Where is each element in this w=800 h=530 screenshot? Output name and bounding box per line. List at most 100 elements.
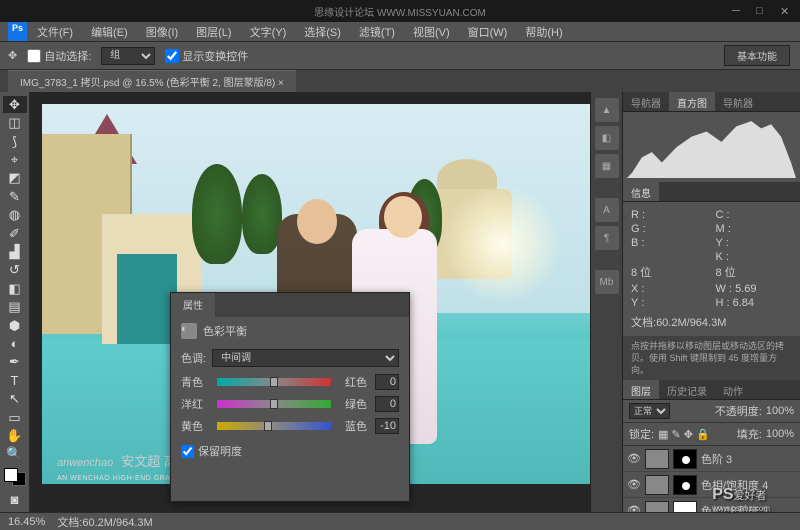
tab-info[interactable]: 信息 — [623, 182, 659, 201]
info-panel: R :G :B : C :M :Y :K : 8 位8 位 X :Y : W :… — [623, 202, 800, 336]
menu-help[interactable]: 帮助(H) — [517, 22, 570, 41]
lasso-tool[interactable]: ⟆ — [3, 133, 27, 150]
slider-1[interactable] — [217, 397, 331, 411]
dock-char-icon[interactable]: A — [595, 198, 619, 222]
menu-filter[interactable]: 滤镜(T) — [351, 22, 403, 41]
color-swatches[interactable] — [4, 468, 26, 485]
healing-tool[interactable]: ◍ — [3, 206, 27, 223]
zoom-tool[interactable]: 🔍 — [3, 446, 27, 463]
tab-layers[interactable]: 图层 — [623, 380, 659, 399]
type-tool[interactable]: T — [3, 372, 27, 389]
canvas-area[interactable]: anwenchao安文超 高端修图 AN WENCHAO HIGH-END GR… — [30, 92, 590, 512]
nav-panel-tabs: 导航器 直方图 导航器 — [623, 92, 800, 112]
minimize-icon[interactable]: ─ — [732, 5, 744, 17]
slider-value-2[interactable]: -10 — [375, 418, 399, 434]
layer-name[interactable]: 色阶 3 — [701, 451, 796, 467]
dock-color-icon[interactable]: ◧ — [595, 126, 619, 150]
layer-mask-thumbnail[interactable] — [673, 501, 697, 513]
move-tool[interactable]: ✥ — [3, 96, 27, 113]
hand-tool[interactable]: ✋ — [3, 427, 27, 444]
color-balance-icon: ◐ — [181, 323, 197, 339]
marquee-tool[interactable]: ◫ — [3, 114, 27, 131]
menu-image[interactable]: 图像(I) — [138, 22, 186, 41]
toolbox: ✥ ◫ ⟆ ⌖ ◩ ✎ ◍ ✐ ▟ ↺ ◧ ▤ ⬢ ◐ ✒ T ↖ ▭ ✋ 🔍 … — [0, 92, 30, 512]
wand-tool[interactable]: ⌖ — [3, 151, 27, 168]
options-bar: ✥ 自动选择: 组 显示变换控件 基本功能 — [0, 42, 800, 70]
title-bar: 思缘设计论坛 WWW.MISSYUAN.COM ─ □ ✕ — [0, 0, 800, 22]
right-panels: 导航器 直方图 导航器 信息 R :G :B : C :M :Y :K : 8 … — [622, 92, 800, 512]
close-icon[interactable]: ✕ — [780, 5, 792, 17]
move-tool-icon: ✥ — [8, 49, 17, 62]
layer-thumbnail[interactable] — [645, 449, 669, 469]
crop-tool[interactable]: ◩ — [3, 170, 27, 187]
lock-icons[interactable]: ▦ ✎ ✥ 🔒 — [658, 428, 710, 441]
eyedropper-tool[interactable]: ✎ — [3, 188, 27, 205]
slider-row-0: 青色 红色 0 — [171, 371, 409, 393]
tab-navigator[interactable]: 导航器 — [623, 92, 669, 111]
dock-histogram-icon[interactable]: ▲ — [595, 98, 619, 122]
maximize-icon[interactable]: □ — [756, 5, 768, 17]
menu-file[interactable]: 文件(F) — [29, 22, 81, 41]
opacity-value[interactable]: 100% — [766, 405, 794, 417]
auto-select-check[interactable]: 自动选择: — [27, 48, 91, 64]
quickmask-icon[interactable]: ◙ — [3, 491, 27, 508]
properties-tab[interactable]: 属性 — [171, 293, 215, 317]
menu-bar: Ps 文件(F) 编辑(E) 图像(I) 图层(L) 文字(Y) 选择(S) 滤… — [0, 22, 800, 42]
slider-value-1[interactable]: 0 — [375, 396, 399, 412]
slider-value-0[interactable]: 0 — [375, 374, 399, 390]
slider-0[interactable] — [217, 375, 331, 389]
preserve-luminosity-check[interactable]: 保留明度 — [171, 437, 409, 465]
layers-panel-tabs: 图层 历史记录 动作 — [623, 380, 800, 400]
shape-tool[interactable]: ▭ — [3, 409, 27, 426]
workspace-switcher[interactable]: 基本功能 — [724, 45, 790, 66]
show-transform-check[interactable]: 显示变换控件 — [165, 48, 248, 64]
tab-navigator2[interactable]: 导航器 — [715, 92, 761, 111]
blend-mode-dropdown[interactable]: 正常 — [629, 403, 670, 419]
fill-value[interactable]: 100% — [766, 428, 794, 440]
menu-type[interactable]: 文字(Y) — [242, 22, 295, 41]
stamp-tool[interactable]: ▟ — [3, 243, 27, 260]
menu-select[interactable]: 选择(S) — [296, 22, 349, 41]
tab-histogram[interactable]: 直方图 — [669, 92, 715, 111]
right-dock: ▲ ◧ ▦ A ¶ Mb — [590, 92, 622, 512]
dodge-tool[interactable]: ◐ — [3, 335, 27, 352]
info-hint: 点按并拖移以移动图层或移动选区的拷贝。使用 Shift 键限制到 45 度增量方… — [623, 336, 800, 380]
dock-swatches-icon[interactable]: ▦ — [595, 154, 619, 178]
gradient-tool[interactable]: ▤ — [3, 298, 27, 315]
dock-para-icon[interactable]: ¶ — [595, 226, 619, 250]
info-panel-tabs: 信息 — [623, 182, 800, 202]
adjustment-header: ◐ 色彩平衡 — [171, 317, 409, 345]
menu-view[interactable]: 视图(V) — [405, 22, 458, 41]
slider-2[interactable] — [217, 419, 331, 433]
tab-actions[interactable]: 动作 — [715, 380, 751, 399]
visibility-icon[interactable]: 👁 — [627, 452, 641, 466]
history-brush-tool[interactable]: ↺ — [3, 262, 27, 279]
site-watermark: PS爱好者 www.psahz.com — [712, 486, 770, 513]
slider-row-2: 黄色 蓝色 -10 — [171, 415, 409, 437]
tone-row: 色调: 中间调 — [171, 345, 409, 371]
menu-layer[interactable]: 图层(L) — [188, 22, 239, 41]
path-tool[interactable]: ↖ — [3, 391, 27, 408]
brush-tool[interactable]: ✐ — [3, 225, 27, 242]
visibility-icon[interactable]: 👁 — [627, 478, 641, 492]
document-tab[interactable]: IMG_3783_1 拷贝.psd @ 16.5% (色彩平衡 2, 图层蒙版/… — [8, 70, 296, 92]
pen-tool[interactable]: ✒ — [3, 354, 27, 371]
auto-select-dropdown[interactable]: 组 — [101, 47, 155, 65]
layer-mask-thumbnail[interactable] — [673, 449, 697, 469]
document-tab-bar: IMG_3783_1 拷贝.psd @ 16.5% (色彩平衡 2, 图层蒙版/… — [0, 70, 800, 92]
tab-history[interactable]: 历史记录 — [659, 380, 715, 399]
zoom-level[interactable]: 16.45% — [8, 516, 45, 528]
ps-icon[interactable]: Ps — [8, 22, 27, 41]
status-bar: 16.45% 文档:60.2M/964.3M — [0, 512, 800, 530]
layer-thumbnail[interactable] — [645, 501, 669, 513]
layer-mask-thumbnail[interactable] — [673, 475, 697, 495]
menu-window[interactable]: 窗口(W) — [460, 22, 516, 41]
layer-thumbnail[interactable] — [645, 475, 669, 495]
menu-edit[interactable]: 编辑(E) — [83, 22, 136, 41]
dock-mb-icon[interactable]: Mb — [595, 270, 619, 294]
eraser-tool[interactable]: ◧ — [3, 280, 27, 297]
tone-dropdown[interactable]: 中间调 — [212, 349, 399, 367]
layer-row-0[interactable]: 👁 色阶 3 — [623, 446, 800, 472]
blur-tool[interactable]: ⬢ — [3, 317, 27, 334]
visibility-icon[interactable]: 👁 — [627, 504, 641, 513]
